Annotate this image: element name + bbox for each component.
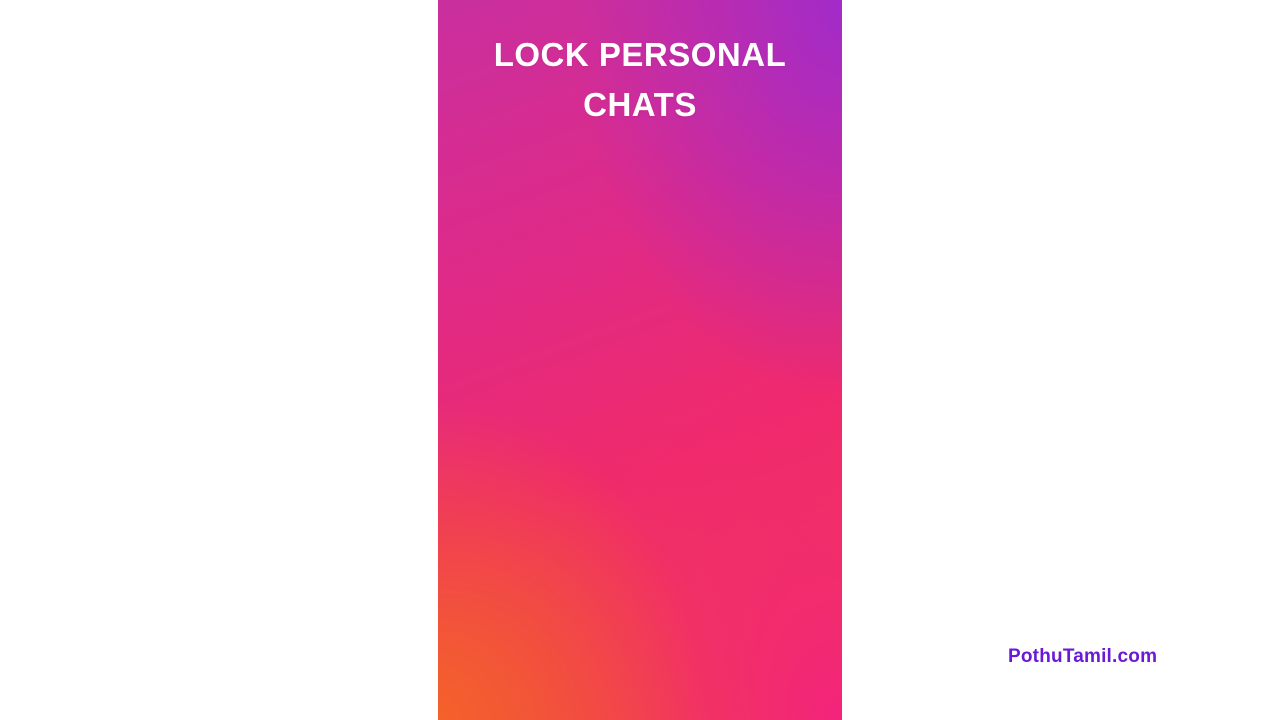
gradient-poster-panel: LOCK PERSONAL CHATS 01:15 Locker for Ins… — [438, 0, 842, 720]
page-title: LOCK PERSONAL CHATS — [438, 30, 842, 130]
headline-line-2: CHATS — [583, 86, 697, 124]
site-watermark: PothuTamil.com — [1008, 646, 1158, 667]
poster-screenshot: LOCK PERSONAL CHATS 01:15 Locker for Ins… — [0, 0, 1280, 720]
headline-line-1: LOCK PERSONAL — [493, 36, 787, 73]
